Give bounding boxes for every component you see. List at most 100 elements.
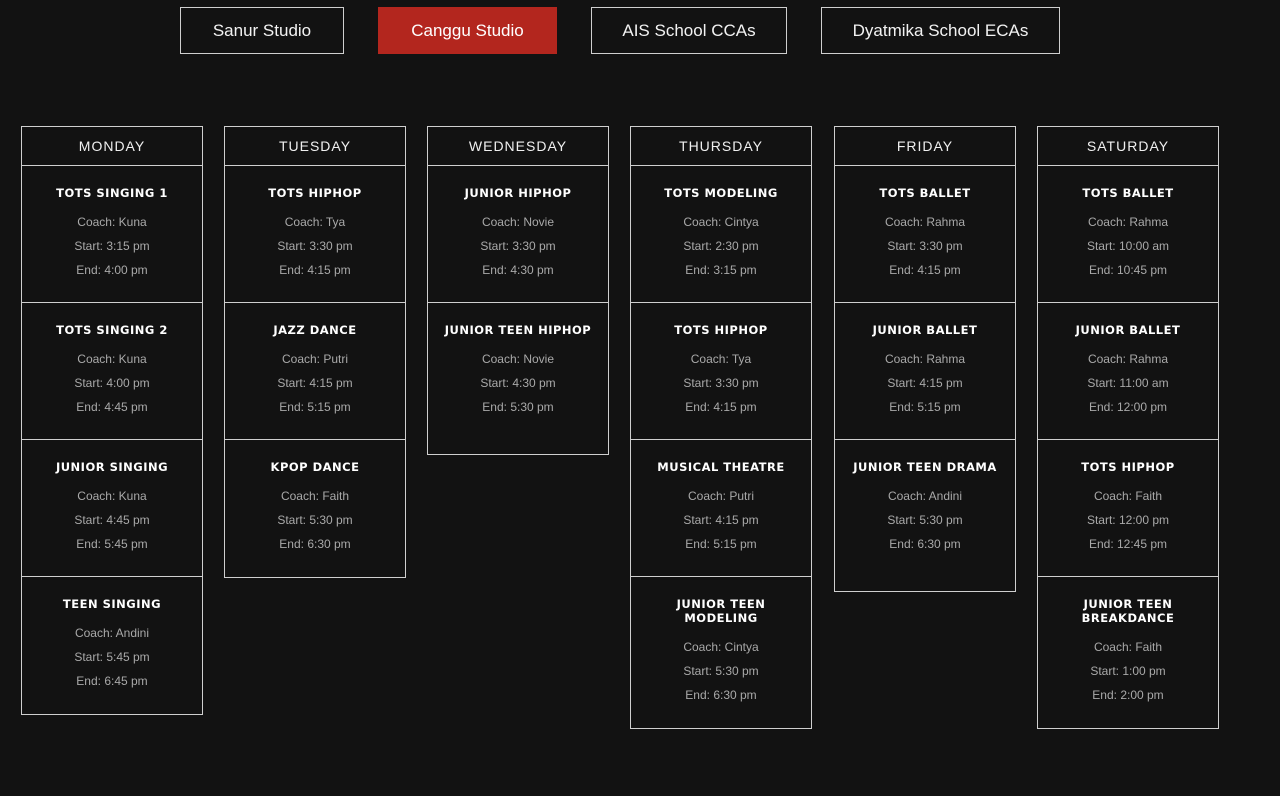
class-title: MUSICAL THEATRE [657,460,785,474]
class-start: Start: 3:30 pm [277,239,353,253]
class-coach: Coach: Kuna [77,489,147,503]
tab-dyatmika-school-ecas[interactable]: Dyatmika School ECAs [821,7,1060,54]
class-card: MUSICAL THEATRE Coach: Putri Start: 4:15… [631,440,811,577]
class-card: KPOP DANCE Coach: Faith Start: 5:30 pm E… [225,440,405,577]
class-end: End: 5:15 pm [889,400,961,414]
class-card: JUNIOR SINGING Coach: Kuna Start: 4:45 p… [22,440,202,577]
class-end: End: 3:15 pm [685,263,757,277]
class-card: JAZZ DANCE Coach: Putri Start: 4:15 pm E… [225,303,405,440]
class-title: JUNIOR SINGING [55,460,169,474]
tab-sanur-studio[interactable]: Sanur Studio [180,7,344,54]
class-coach: Coach: Rahma [1087,352,1169,366]
day-header: SATURDAY [1038,127,1218,166]
day-column-monday: MONDAY TOTS SINGING 1 Coach: Kuna Start:… [21,126,203,715]
class-start: Start: 5:30 pm [887,513,963,527]
class-card: JUNIOR TEEN HIPHOP Coach: Novie Start: 4… [428,303,608,454]
class-coach: Coach: Putri [687,489,755,503]
class-end: End: 5:30 pm [482,400,554,414]
class-card: JUNIOR HIPHOP Coach: Novie Start: 3:30 p… [428,166,608,303]
class-start: Start: 4:30 pm [480,376,556,390]
class-coach: Coach: Putri [281,352,349,366]
class-end: End: 6:30 pm [889,537,961,551]
class-card: JUNIOR TEEN MODELING Coach: Cintya Start… [631,577,811,728]
class-end: End: 6:45 pm [76,674,148,688]
class-end: End: 6:30 pm [685,688,757,702]
class-card: TOTS BALLET Coach: Rahma Start: 3:30 pm … [835,166,1015,303]
class-title: JUNIOR TEEN HIPHOP [444,323,592,337]
class-coach: Coach: Faith [1093,489,1163,503]
class-end: End: 2:00 pm [1092,688,1164,702]
class-title: JUNIOR TEEN BREAKDANCE [1081,597,1175,625]
class-start: Start: 4:15 pm [683,513,759,527]
class-title: TOTS SINGING 1 [56,186,168,200]
class-coach: Coach: Tya [284,215,346,229]
class-end: End: 12:45 pm [1088,537,1168,551]
class-coach: Coach: Kuna [77,352,147,366]
class-coach: Coach: Rahma [1087,215,1169,229]
class-end: End: 10:45 pm [1088,263,1168,277]
class-card: JUNIOR TEEN BREAKDANCE Coach: Faith Star… [1038,577,1218,728]
day-header: WEDNESDAY [428,127,608,166]
day-column-friday: FRIDAY TOTS BALLET Coach: Rahma Start: 3… [834,126,1016,592]
class-card: JUNIOR BALLET Coach: Rahma Start: 4:15 p… [835,303,1015,440]
class-start: Start: 3:15 pm [74,239,150,253]
class-card: TOTS SINGING 2 Coach: Kuna Start: 4:00 p… [22,303,202,440]
class-title: JUNIOR BALLET [1075,323,1181,337]
class-card: JUNIOR TEEN DRAMA Coach: Andini Start: 5… [835,440,1015,591]
class-end: End: 4:45 pm [76,400,148,414]
class-title: KPOP DANCE [270,460,360,474]
class-start: Start: 11:00 am [1087,376,1169,390]
tab-canggu-studio[interactable]: Canggu Studio [378,7,557,54]
class-start: Start: 5:30 pm [277,513,353,527]
class-title: JUNIOR TEEN MODELING [676,597,766,625]
class-start: Start: 5:45 pm [74,650,150,664]
class-title: TOTS HIPHOP [268,186,362,200]
class-title: TOTS HIPHOP [674,323,768,337]
class-start: Start: 4:15 pm [887,376,963,390]
class-coach: Coach: Rahma [884,352,966,366]
class-title: JUNIOR TEEN DRAMA [853,460,997,474]
class-end: End: 5:45 pm [76,537,148,551]
class-card: TOTS HIPHOP Coach: Tya Start: 3:30 pm En… [225,166,405,303]
day-header: FRIDAY [835,127,1015,166]
day-header: MONDAY [22,127,202,166]
class-title: TOTS BALLET [1082,186,1174,200]
class-card: TOTS MODELING Coach: Cintya Start: 2:30 … [631,166,811,303]
day-header: THURSDAY [631,127,811,166]
class-title: TEEN SINGING [62,597,162,611]
class-start: Start: 2:30 pm [683,239,759,253]
class-card: TOTS BALLET Coach: Rahma Start: 10:00 am… [1038,166,1218,303]
class-start: Start: 12:00 pm [1086,513,1170,527]
class-title: TOTS BALLET [879,186,971,200]
class-start: Start: 3:30 pm [887,239,963,253]
class-end: End: 5:15 pm [685,537,757,551]
class-start: Start: 5:30 pm [683,664,759,678]
class-title: TOTS HIPHOP [1081,460,1175,474]
class-coach: Coach: Andini [74,626,150,640]
class-title: JUNIOR HIPHOP [464,186,572,200]
class-coach: Coach: Faith [280,489,350,503]
class-coach: Coach: Cintya [683,215,759,229]
class-start: Start: 3:30 pm [683,376,759,390]
class-title: JUNIOR BALLET [872,323,978,337]
day-column-thursday: THURSDAY TOTS MODELING Coach: Cintya Sta… [630,126,812,729]
class-end: End: 4:30 pm [482,263,554,277]
class-end: End: 4:15 pm [889,263,961,277]
class-coach: Coach: Novie [481,215,555,229]
tab-ais-school-ccas[interactable]: AIS School CCAs [591,7,787,54]
class-card: TOTS HIPHOP Coach: Faith Start: 12:00 pm… [1038,440,1218,577]
class-start: Start: 10:00 am [1086,239,1170,253]
class-title: TOTS MODELING [664,186,778,200]
class-start: Start: 4:45 pm [74,513,150,527]
class-coach: Coach: Rahma [884,215,966,229]
class-coach: Coach: Kuna [77,215,147,229]
class-card: TOTS HIPHOP Coach: Tya Start: 3:30 pm En… [631,303,811,440]
day-column-wednesday: WEDNESDAY JUNIOR HIPHOP Coach: Novie Sta… [427,126,609,455]
class-title: TOTS SINGING 2 [56,323,168,337]
class-card: TEEN SINGING Coach: Andini Start: 5:45 p… [22,577,202,714]
class-coach: Coach: Cintya [683,640,759,654]
class-coach: Coach: Tya [690,352,752,366]
class-coach: Coach: Andini [887,489,963,503]
class-start: Start: 1:00 pm [1090,664,1166,678]
class-end: End: 5:15 pm [279,400,351,414]
